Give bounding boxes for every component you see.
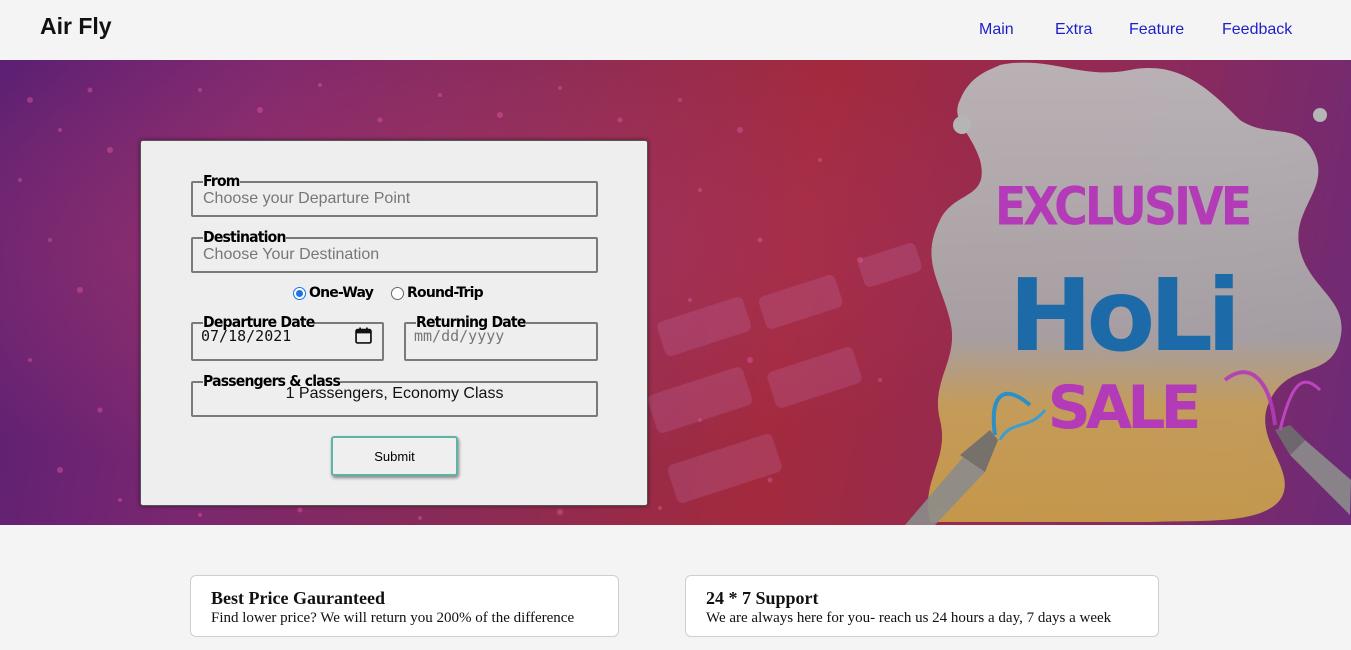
trip-type-group: One-Way Round-Trip <box>293 283 501 303</box>
feature-text: We are always here for you- reach us 24 … <box>706 610 1112 626</box>
calendar-icon[interactable] <box>355 327 372 344</box>
top-header: Air Fly Main Extra Feature Feedback <box>0 0 1351 60</box>
departure-date-value: 07/18/2021 <box>201 327 292 345</box>
destination-field: Destination <box>191 230 598 273</box>
from-field: From <box>191 174 598 217</box>
nav-feature[interactable]: Feature <box>1129 21 1184 39</box>
one-way-radio[interactable]: One-Way <box>293 285 374 301</box>
flight-search-form: From Destination One-Way Round-Trip Depa… <box>140 140 648 506</box>
passengers-select[interactable]: 1 Passengers, Economy Class <box>191 374 598 417</box>
passengers-value: 1 Passengers, Economy Class <box>285 385 504 402</box>
radio-selected-icon[interactable] <box>293 286 306 300</box>
round-trip-radio[interactable]: Round-Trip <box>391 285 484 301</box>
nav-extra[interactable]: Extra <box>1055 21 1092 39</box>
destination-input[interactable] <box>203 246 586 264</box>
returning-date-placeholder: mm/dd/yyyy <box>414 327 505 345</box>
feature-best-price: Best Price Gauranteed Find lower price? … <box>190 575 619 637</box>
feature-title: 24 * 7 Support <box>706 588 819 608</box>
brand-logo[interactable]: Air Fly <box>40 13 112 40</box>
hero-banner: EXCLUSIVE HoLi SALE From Destination One… <box>0 60 1351 525</box>
from-label: From <box>203 173 240 191</box>
feature-title: Best Price Gauranteed <box>211 588 385 608</box>
one-way-label: One-Way <box>309 285 374 301</box>
radio-unselected-icon[interactable] <box>391 286 405 300</box>
nav-main[interactable]: Main <box>979 21 1014 39</box>
departure-date-input[interactable]: 07/18/2021 <box>191 315 384 361</box>
returning-date-input[interactable]: mm/dd/yyyy <box>404 315 598 361</box>
feature-support: 24 * 7 Support We are always here for yo… <box>685 575 1159 637</box>
round-trip-label: Round-Trip <box>407 285 484 301</box>
banner-holi-text: HoLi <box>1009 257 1235 374</box>
banner-sale-text: SALE <box>1048 373 1198 443</box>
submit-button[interactable]: Submit <box>331 436 458 476</box>
feature-text: Find lower price? We will return you 200… <box>211 610 575 626</box>
from-input[interactable] <box>203 190 586 208</box>
destination-label: Destination <box>203 229 286 247</box>
banner-exclusive-text: EXCLUSIVE <box>995 175 1250 237</box>
nav-feedback[interactable]: Feedback <box>1222 21 1292 39</box>
